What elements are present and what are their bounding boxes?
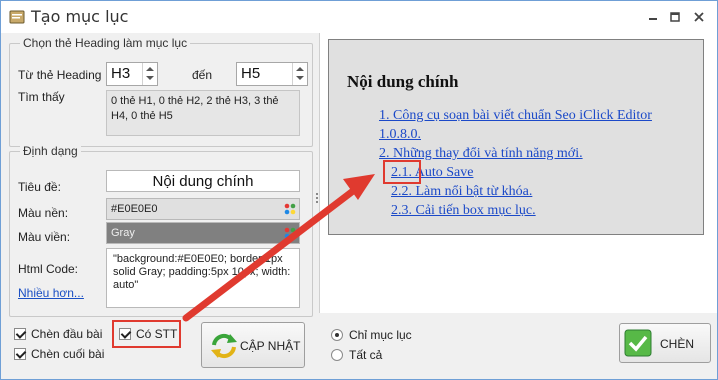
toc-title-label: Tiêu đề: [18, 180, 61, 194]
settings-panel: Chọn thẻ Heading làm mục lục Từ thẻ Head… [5, 33, 315, 378]
border-color-field[interactable]: Gray [106, 222, 300, 244]
border-color-value: Gray [111, 227, 135, 239]
from-heading-spin-buttons[interactable] [142, 63, 157, 85]
preview-panel: Nội dung chính 1. Công cụ soạn bài viết … [319, 33, 717, 313]
heading-group-title: Chọn thẻ Heading làm mục lục [20, 36, 191, 50]
insert-button-label: CHÈN [660, 337, 695, 351]
html-code-label: Html Code: [18, 262, 79, 276]
border-color-label: Màu viền: [18, 230, 71, 244]
close-icon[interactable] [691, 9, 707, 25]
spin-down-icon[interactable] [146, 76, 154, 80]
minimize-icon[interactable] [645, 9, 661, 25]
grip-dot [316, 201, 318, 203]
toc-dialog: Tạo mục lục Chọn thẻ Heading làm mục lục… [0, 0, 718, 380]
title-bar: Tạo mục lục [1, 1, 717, 33]
toc-item[interactable]: 1.0.8.0. [379, 127, 421, 143]
grip-dot [316, 197, 318, 199]
to-heading-label: đến [192, 68, 213, 82]
only-toc-radio[interactable] [331, 329, 343, 341]
refresh-icon [211, 333, 237, 359]
grip-dot [316, 193, 318, 195]
format-group-title: Định dạng [20, 144, 81, 158]
to-heading-value: H5 [241, 65, 261, 82]
html-code-field[interactable]: "background:#E0E0E0; border:1px solid Gr… [106, 248, 300, 308]
maximize-icon[interactable] [667, 9, 683, 25]
spin-up-icon[interactable] [146, 67, 154, 71]
from-heading-stepper[interactable]: H3 [106, 62, 158, 86]
insert-bottom-checkbox[interactable] [14, 348, 26, 360]
spin-down-icon[interactable] [296, 76, 304, 80]
from-heading-label: Từ thẻ Heading [18, 68, 102, 82]
bg-color-value: #E0E0E0 [111, 203, 158, 215]
to-heading-spin-buttons[interactable] [292, 63, 307, 85]
bg-color-label: Màu nền: [18, 206, 69, 220]
insert-top-checkbox[interactable] [14, 328, 26, 340]
more-options-link[interactable]: Nhiều hơn... [18, 286, 84, 300]
palette-icon[interactable] [284, 227, 296, 239]
update-button[interactable]: CẬP NHẬT [201, 322, 305, 368]
palette-icon[interactable] [284, 203, 296, 215]
heading-group: Chọn thẻ Heading làm mục lục Từ thẻ Head… [9, 36, 313, 147]
format-group: Định dạng Tiêu đề: Nội dung chính Màu nề… [9, 144, 313, 317]
update-button-label: CẬP NHẬT [240, 339, 301, 353]
only-toc-label: Chỉ mục lục [349, 328, 412, 342]
toc-preview-box: Nội dung chính 1. Công cụ soạn bài viết … [328, 39, 704, 235]
numbering-highlight [112, 320, 181, 348]
toc-item[interactable]: 2.3. Cải tiến box mục lục. [391, 203, 536, 219]
toc-item[interactable]: 2.2. Làm nổi bật từ khóa. [391, 184, 532, 200]
preview-title: Nội dung chính [347, 72, 459, 91]
toc-title-value: Nội dung chính [152, 173, 254, 190]
found-label: Tìm thấy [18, 90, 65, 104]
toc-title-field[interactable]: Nội dung chính [106, 170, 300, 192]
insert-top-label: Chèn đầu bài [31, 327, 103, 341]
insert-bottom-label: Chèn cuối bài [31, 347, 105, 361]
checkmark-icon [624, 329, 652, 357]
from-heading-value: H3 [111, 65, 131, 82]
bg-color-field[interactable]: #E0E0E0 [106, 198, 300, 220]
insert-button[interactable]: CHÈN [619, 323, 711, 363]
insert-options: Chỉ mục lục Tất cả CHÈN [319, 313, 717, 379]
toc-item[interactable]: 1. Công cụ soạn bài viết chuẩn Seo iClic… [379, 108, 652, 124]
found-summary: 0 thẻ H1, 0 thẻ H2, 2 thẻ H3, 3 thẻ H4, … [106, 90, 300, 136]
app-icon [9, 10, 25, 24]
to-heading-stepper[interactable]: H5 [236, 62, 308, 86]
window-title: Tạo mục lục [31, 7, 129, 26]
all-radio[interactable] [331, 349, 343, 361]
all-label: Tất cả [349, 348, 383, 362]
spin-up-icon[interactable] [296, 67, 304, 71]
numbering-preview-highlight [383, 160, 421, 184]
